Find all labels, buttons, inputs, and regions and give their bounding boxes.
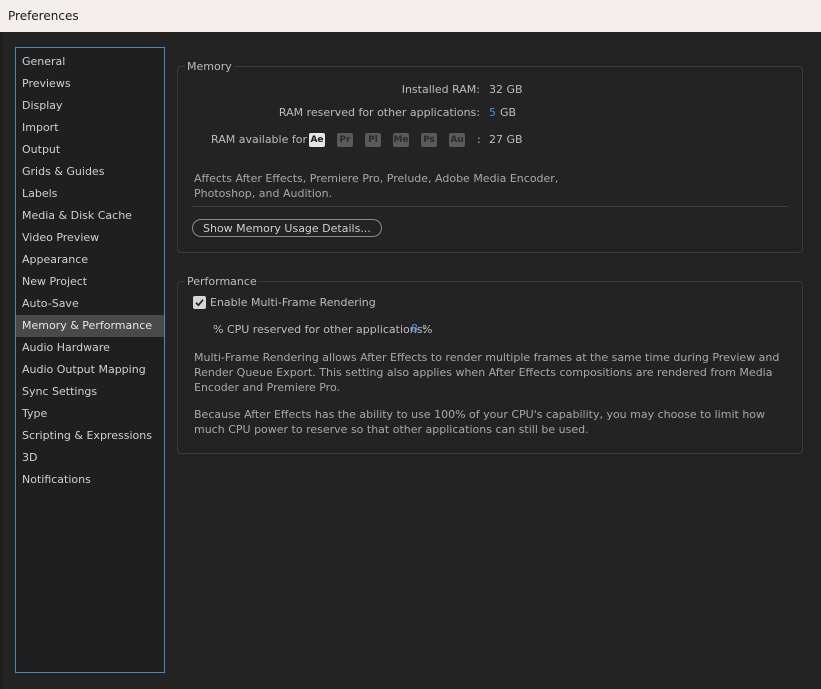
window-frame: [0, 32, 2, 689]
sidebar-item-notifications[interactable]: Notifications: [16, 469, 164, 491]
sidebar-item-sync-settings[interactable]: Sync Settings: [16, 381, 164, 403]
cpu-description-line: Because After Effects has the ability to…: [194, 408, 766, 421]
sidebar-item-audio-output-mapping[interactable]: Audio Output Mapping: [16, 359, 164, 381]
cpu-reserved-label: % CPU reserved for other applications:: [213, 323, 427, 336]
cpu-reserved-input[interactable]: 8: [411, 322, 418, 335]
check-icon: [195, 299, 204, 307]
sidebar-item-scripting-expressions[interactable]: Scripting & Expressions: [16, 425, 164, 447]
memory-affects-text: Affects After Effects, Premiere Pro, Pre…: [194, 171, 558, 201]
sidebar-item-output[interactable]: Output: [16, 139, 164, 161]
memory-divider: [192, 206, 788, 207]
premiere-pro-icon: Pr: [337, 133, 353, 147]
multi-frame-rendering-label: Enable Multi-Frame Rendering: [210, 296, 376, 309]
media-encoder-icon: Me: [393, 133, 409, 147]
sidebar-item-grids-guides[interactable]: Grids & Guides: [16, 161, 164, 183]
sidebar-item-memory-performance[interactable]: Memory & Performance: [16, 315, 164, 337]
window-titlebar: Preferences: [0, 0, 821, 32]
mfr-description-line: Encoder and Premiere Pro.: [194, 381, 340, 394]
preferences-sidebar: General Previews Display Import Output G…: [15, 47, 165, 673]
cpu-reserved-unit: %: [422, 323, 433, 336]
window-title: Preferences: [8, 9, 79, 23]
sidebar-item-general[interactable]: General: [16, 51, 164, 73]
sidebar-item-new-project[interactable]: New Project: [16, 271, 164, 293]
ram-reserved-input[interactable]: 5: [489, 106, 496, 119]
sidebar-item-auto-save[interactable]: Auto-Save: [16, 293, 164, 315]
multi-frame-rendering-checkbox[interactable]: [193, 296, 206, 309]
show-memory-usage-button[interactable]: Show Memory Usage Details...: [192, 219, 382, 237]
cpu-description-line: much CPU power to reserve so that other …: [194, 423, 589, 436]
cpu-description: Because After Effects has the ability to…: [194, 407, 765, 437]
sidebar-item-video-preview[interactable]: Video Preview: [16, 227, 164, 249]
photoshop-icon: Ps: [421, 133, 437, 147]
audition-icon: Au: [449, 133, 465, 147]
mfr-description: Multi-Frame Rendering allows After Effec…: [194, 350, 779, 395]
ram-available-value: 27 GB: [489, 133, 523, 146]
memory-affects-line: Affects After Effects, Premiere Pro, Pre…: [194, 172, 559, 185]
ram-available-label: RAM available for: [211, 133, 307, 146]
ram-available-separator: :: [477, 133, 481, 146]
sidebar-item-import[interactable]: Import: [16, 117, 164, 139]
installed-ram-label: Installed RAM:: [401, 83, 480, 96]
after-effects-icon: Ae: [309, 133, 325, 147]
performance-group-title: Performance: [185, 275, 259, 289]
installed-ram-value: 32 GB: [489, 83, 523, 96]
ram-reserved-label: RAM reserved for other applications:: [278, 106, 480, 119]
sidebar-item-3d[interactable]: 3D: [16, 447, 164, 469]
sidebar-item-type[interactable]: Type: [16, 403, 164, 425]
prelude-icon: Pl: [365, 133, 381, 147]
memory-affects-line: Photoshop, and Audition.: [194, 187, 333, 200]
ram-reserved-unit: GB: [500, 106, 517, 119]
sidebar-item-appearance[interactable]: Appearance: [16, 249, 164, 271]
mfr-description-line: Multi-Frame Rendering allows After Effec…: [194, 351, 780, 364]
memory-group-title: Memory: [185, 60, 234, 74]
sidebar-item-labels[interactable]: Labels: [16, 183, 164, 205]
sidebar-item-previews[interactable]: Previews: [16, 73, 164, 95]
sidebar-item-display[interactable]: Display: [16, 95, 164, 117]
sidebar-item-audio-hardware[interactable]: Audio Hardware: [16, 337, 164, 359]
mfr-description-line: Render Queue Export. This setting also a…: [194, 366, 773, 379]
sidebar-item-media-disk-cache[interactable]: Media & Disk Cache: [16, 205, 164, 227]
